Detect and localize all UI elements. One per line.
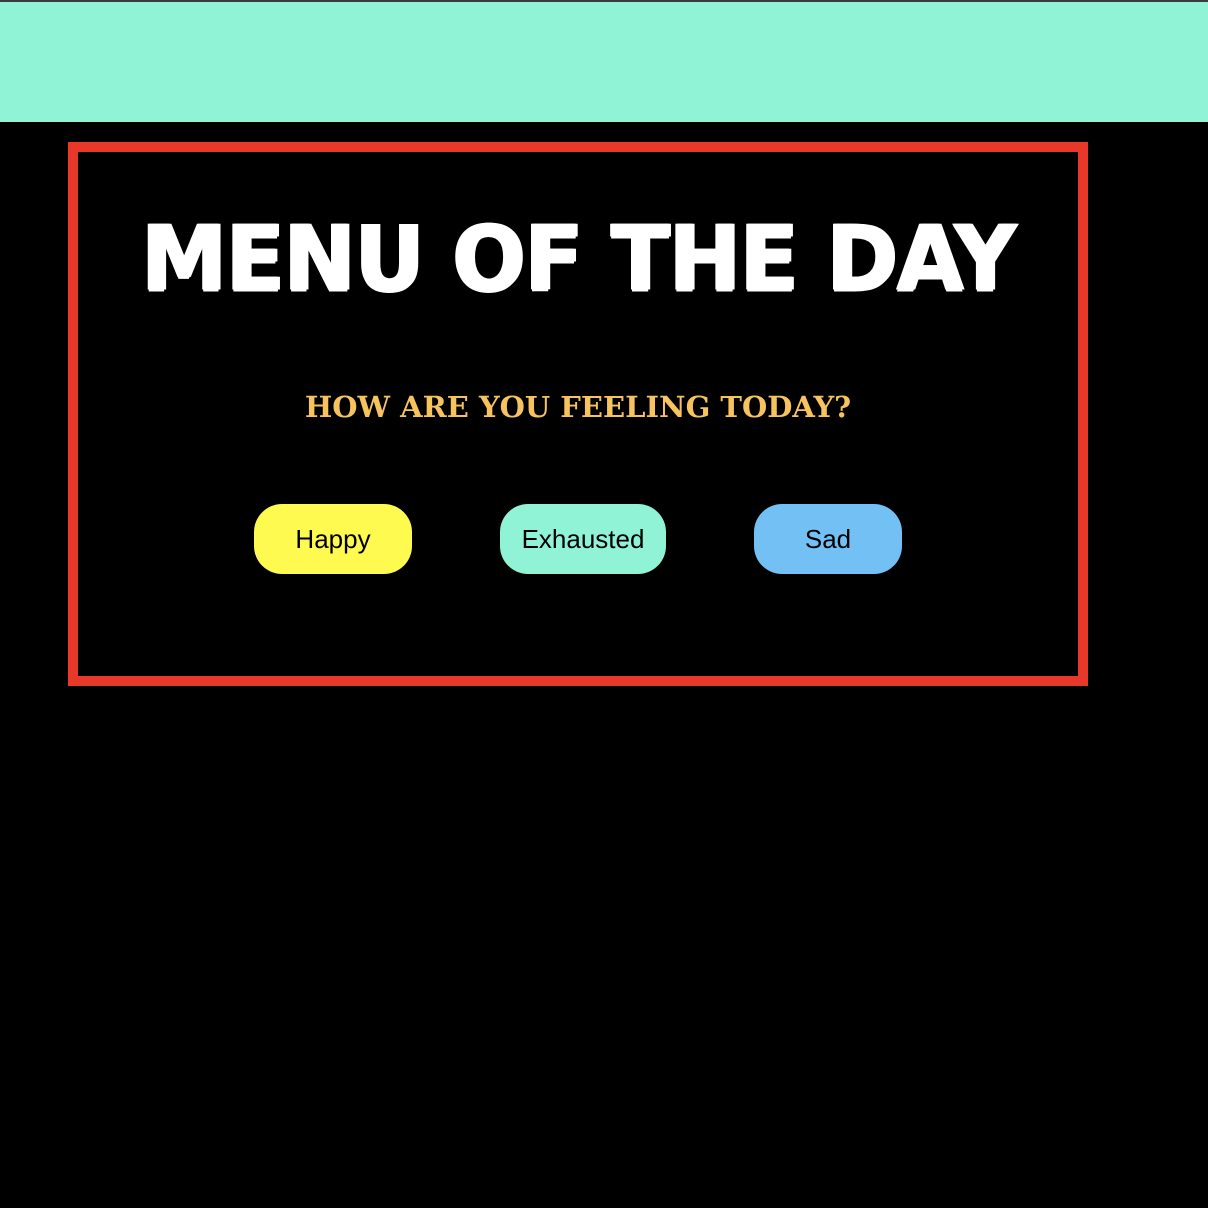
sad-button[interactable]: Sad bbox=[754, 504, 902, 574]
page-title: MENU OF THE DAY bbox=[140, 206, 1016, 312]
feeling-question: HOW ARE YOU FEELING TODAY? bbox=[304, 390, 852, 424]
happy-button[interactable]: Happy bbox=[254, 504, 412, 574]
top-banner bbox=[0, 2, 1208, 122]
exhausted-button[interactable]: Exhausted bbox=[500, 504, 666, 574]
menu-card: MENU OF THE DAY HOW ARE YOU FEELING TODA… bbox=[68, 142, 1088, 686]
